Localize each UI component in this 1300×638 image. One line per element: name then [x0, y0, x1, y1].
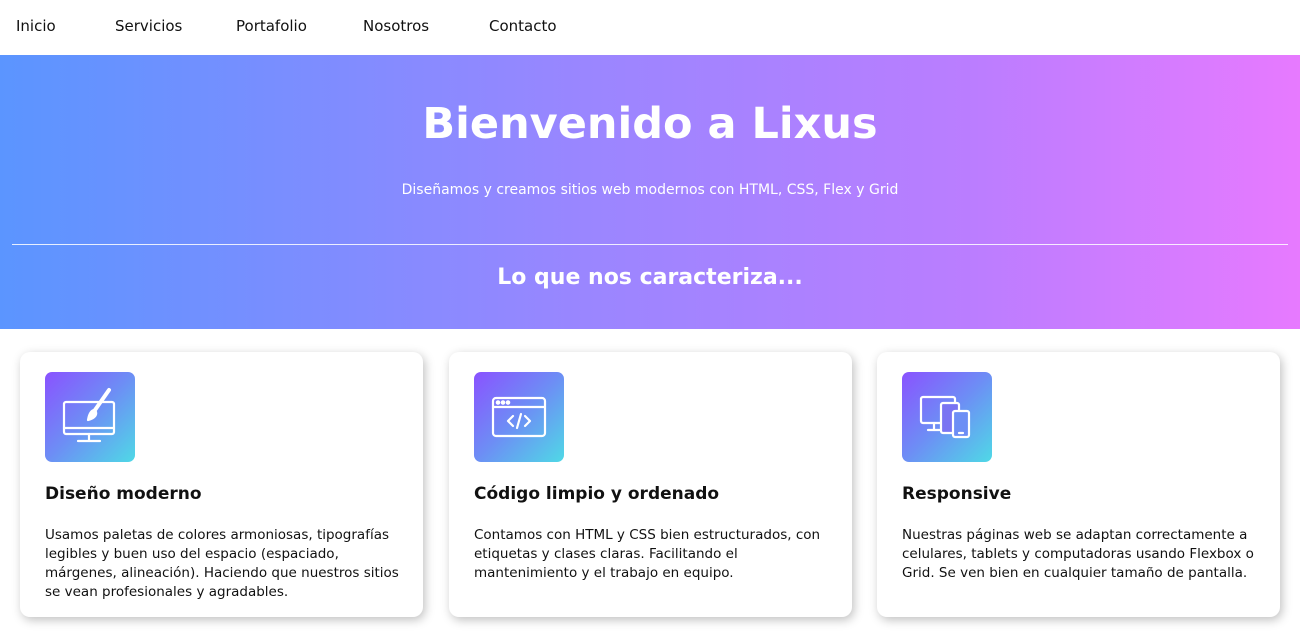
nav-link-contacto[interactable]: Contacto — [489, 17, 557, 35]
section-title: Lo que nos caracteriza... — [497, 265, 803, 290]
hero-banner: Bienvenido a Lixus Diseñamos y creamos s… — [0, 55, 1300, 329]
card-text: Nuestras páginas web se adaptan correcta… — [902, 527, 1254, 581]
nav-link-nosotros[interactable]: Nosotros — [363, 17, 429, 35]
code-window-icon — [474, 372, 564, 462]
feature-card-codigo: Código limpio y ordenado Contamos con HT… — [449, 352, 852, 617]
top-nav: Inicio Servicios Portafolio Nosotros Con… — [0, 0, 1300, 55]
feature-card-diseno: Diseño moderno Usamos paletas de colores… — [20, 352, 423, 617]
hero-subtitle: Diseñamos y creamos sitios web modernos … — [401, 182, 899, 198]
hero-title: Bienvenido a Lixus — [422, 99, 878, 149]
nav-link-servicios[interactable]: Servicios — [115, 17, 182, 35]
monitor-paintbrush-icon — [45, 372, 135, 462]
card-text: Contamos con HTML y CSS bien estructurad… — [474, 527, 821, 581]
card-text: Usamos paletas de colores armoniosas, ti… — [45, 527, 399, 600]
responsive-devices-icon — [902, 372, 992, 462]
feature-card-responsive: Responsive Nuestras páginas web se adapt… — [877, 352, 1280, 617]
card-title: Código limpio y ordenado — [474, 484, 720, 504]
card-title: Diseño moderno — [45, 484, 202, 504]
nav-link-portafolio[interactable]: Portafolio — [236, 17, 307, 35]
hero-divider — [12, 244, 1288, 245]
card-title: Responsive — [902, 484, 1012, 504]
nav-link-inicio[interactable]: Inicio — [16, 17, 56, 35]
